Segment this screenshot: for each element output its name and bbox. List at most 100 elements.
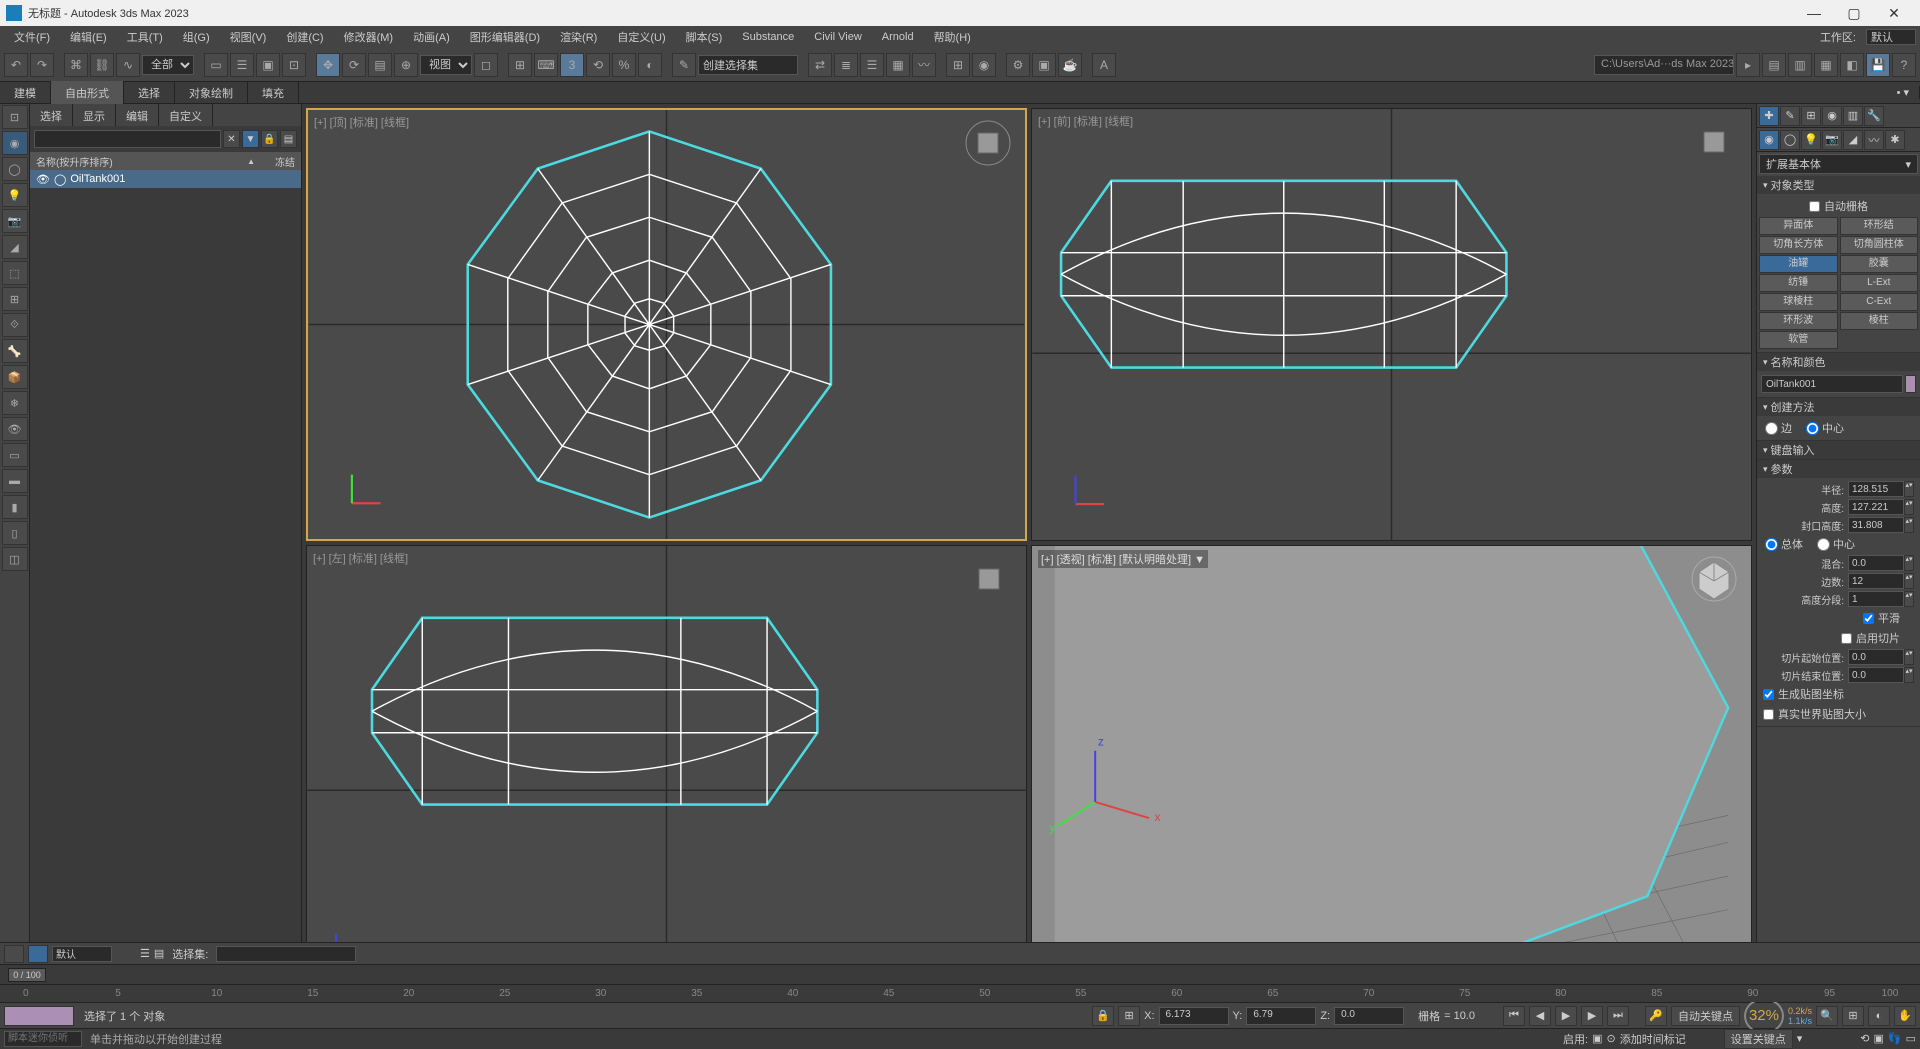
enable-toggle[interactable]: ▣ <box>1592 1032 1602 1045</box>
schematic-view-button[interactable]: ⊞ <box>946 53 970 77</box>
ribbon-tab-selection[interactable]: 选择 <box>124 81 175 105</box>
lt-misc5[interactable]: ◫ <box>2 547 28 571</box>
project-btn6[interactable]: 💾 <box>1866 53 1890 77</box>
radio-centers[interactable]: 中心 <box>1817 536 1855 552</box>
autogrid-checkbox[interactable] <box>1809 201 1820 212</box>
btn-cext[interactable]: C-Ext <box>1840 293 1919 311</box>
motion-tab-icon[interactable]: ◉ <box>1822 106 1842 126</box>
gen-uv-checkbox[interactable] <box>1763 689 1774 700</box>
explorer-tab-display[interactable]: 显示 <box>73 104 116 126</box>
menu-tools[interactable]: 工具(T) <box>117 26 173 48</box>
coord-z[interactable]: 0.0 <box>1334 1007 1404 1025</box>
close-button[interactable]: ✕ <box>1874 0 1914 26</box>
menu-arnold[interactable]: Arnold <box>872 28 924 46</box>
project-btn3[interactable]: ▥ <box>1788 53 1812 77</box>
spinner-icon[interactable]: ▴▾ <box>1904 481 1914 497</box>
explorer-view-button[interactable]: ▤ <box>280 130 297 148</box>
lt-frozen[interactable]: ❄ <box>2 391 28 415</box>
explorer-filter-button[interactable]: ▼ <box>242 130 259 148</box>
menu-rendering[interactable]: 渲染(R) <box>550 26 607 48</box>
display-tab-icon[interactable]: ▥ <box>1843 106 1863 126</box>
coord-x[interactable]: 6.173 <box>1159 1007 1229 1025</box>
ribbon-tab-populate[interactable]: 填充 <box>248 81 299 105</box>
stack-icon[interactable]: ☰ <box>140 947 150 960</box>
curve-editor-button[interactable]: 〰 <box>912 53 936 77</box>
menu-file[interactable]: 文件(F) <box>4 26 60 48</box>
viewcube-front[interactable] <box>1689 117 1739 167</box>
time-tag-icon[interactable]: ⊙ <box>1607 1032 1616 1045</box>
play-icon[interactable]: ▶ <box>1555 1006 1577 1026</box>
btn-oiltank[interactable]: 油罐 <box>1759 255 1838 273</box>
systems-icon[interactable]: ✱ <box>1885 130 1905 150</box>
scale-button[interactable]: ▤ <box>368 53 392 77</box>
capheight-spinner[interactable] <box>1848 517 1904 533</box>
nav-max-icon[interactable]: ▣ <box>1873 1032 1883 1045</box>
link-button[interactable]: ⌘ <box>64 53 88 77</box>
menu-edit[interactable]: 编辑(E) <box>60 26 117 48</box>
add-time-marker[interactable]: 添加时间标记 <box>1620 1031 1686 1047</box>
edit-selection-set-button[interactable]: ✎ <box>672 53 696 77</box>
btn-gengon[interactable]: 球棱柱 <box>1759 293 1838 311</box>
nav-pan-icon[interactable]: ✋ <box>1894 1006 1916 1026</box>
radio-center[interactable]: 中心 <box>1806 420 1844 436</box>
lt-misc4[interactable]: ▯ <box>2 521 28 545</box>
unlink-button[interactable]: ⛓ <box>90 53 114 77</box>
radio-overall[interactable]: 总体 <box>1765 536 1803 552</box>
ribbon-tab-paint[interactable]: 对象绘制 <box>175 81 248 105</box>
manipulate-button[interactable]: ⊞ <box>508 53 532 77</box>
rollout-name-color[interactable]: 名称和颜色 <box>1757 353 1920 371</box>
real-uv-checkbox[interactable] <box>1763 709 1774 720</box>
cameras-icon[interactable]: 📷 <box>1822 130 1842 150</box>
lt-container[interactable]: 📦 <box>2 365 28 389</box>
geometry-icon[interactable]: ◉ <box>1759 130 1779 150</box>
named-selection-dropdown[interactable] <box>698 55 798 75</box>
open-autodesk-button[interactable]: A <box>1092 53 1116 77</box>
render-button[interactable]: ☕ <box>1058 53 1082 77</box>
lock-selection-icon[interactable]: 🔒 <box>1092 1006 1114 1026</box>
lt-xref[interactable]: ⟐ <box>2 313 28 337</box>
mirror-button[interactable]: ⇄ <box>808 53 832 77</box>
explorer-search-clear[interactable]: ✕ <box>223 130 240 148</box>
sides-spinner[interactable] <box>1848 573 1904 589</box>
hseg-spinner[interactable] <box>1848 591 1904 607</box>
viewport-perspective[interactable]: [+] [透视] [标准] [默认明暗处理] ▼ <box>1031 545 1752 978</box>
coord-y[interactable]: 6.79 <box>1246 1007 1316 1025</box>
nav-zoom-icon[interactable]: 🔍 <box>1816 1006 1838 1026</box>
viewcube-top[interactable] <box>963 118 1013 168</box>
snap-button[interactable]: 3 <box>560 53 584 77</box>
auto-key-button[interactable]: 自动关键点 <box>1671 1006 1740 1026</box>
move-button[interactable]: ✥ <box>316 53 340 77</box>
btn-ringwave[interactable]: 环形波 <box>1759 312 1838 330</box>
rotate-button[interactable]: ⟳ <box>342 53 366 77</box>
modify-tab-icon[interactable]: ✎ <box>1780 106 1800 126</box>
key-mode-icon[interactable]: 🔑 <box>1645 1006 1667 1026</box>
lt-helpers[interactable]: ◢ <box>2 235 28 259</box>
explorer-header[interactable]: 名称(按升序排序) ▲ 冻结 <box>30 152 301 170</box>
goto-end-icon[interactable]: ⏭ <box>1607 1006 1629 1026</box>
bind-button[interactable]: ∿ <box>116 53 140 77</box>
menu-civilview[interactable]: Civil View <box>804 28 871 46</box>
transform-type-in-icon[interactable]: ⊞ <box>1118 1006 1140 1026</box>
btn-spindle[interactable]: 纺锤 <box>1759 274 1838 292</box>
btn-prism[interactable]: 棱柱 <box>1840 312 1919 330</box>
blend-spinner[interactable] <box>1848 555 1904 571</box>
lt-bone[interactable]: 🦴 <box>2 339 28 363</box>
nav-zoom-region-icon[interactable]: ▭ <box>1906 1032 1916 1045</box>
lt-groups[interactable]: ⊞ <box>2 287 28 311</box>
btn-chamferbox[interactable]: 切角长方体 <box>1759 236 1838 254</box>
spinner-snap-button[interactable]: ◐ <box>638 53 662 77</box>
rect-region-button[interactable]: ▣ <box>256 53 280 77</box>
slicefrom-spinner[interactable] <box>1848 649 1904 665</box>
maximize-button[interactable]: ▢ <box>1834 0 1874 26</box>
angle-snap-button[interactable]: ⟲ <box>586 53 610 77</box>
viewcube-left[interactable] <box>964 554 1014 604</box>
layout-preset-input[interactable] <box>52 946 112 962</box>
select-name-button[interactable]: ☰ <box>230 53 254 77</box>
explorer-tab-edit[interactable]: 编辑 <box>116 104 159 126</box>
hierarchy-tab-icon[interactable]: ⊞ <box>1801 106 1821 126</box>
lt-misc3[interactable]: ▮ <box>2 495 28 519</box>
goto-start-icon[interactable]: ⏮ <box>1503 1006 1525 1026</box>
rollout-object-type[interactable]: 对象类型 <box>1757 176 1920 194</box>
menu-views[interactable]: 视图(V) <box>220 26 277 48</box>
menu-scripting[interactable]: 脚本(S) <box>676 26 733 48</box>
